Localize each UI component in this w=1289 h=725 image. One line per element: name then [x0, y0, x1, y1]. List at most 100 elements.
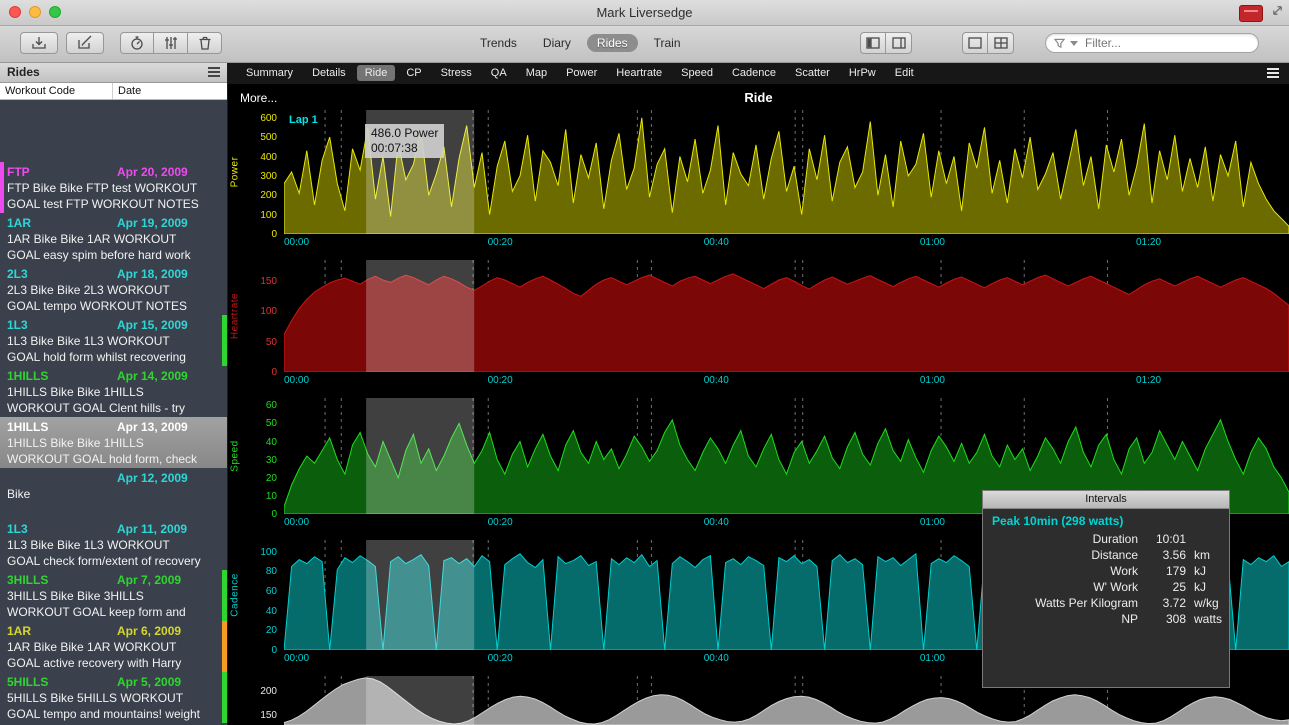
ride-list-item[interactable]: 2L3Apr 18, 20092L3 Bike Bike 2L3 WORKOUT… — [0, 264, 227, 315]
compose-pencil-icon — [76, 35, 94, 51]
ride-list-item[interactable]: 1L3Apr 11, 20091L3 Bike Bike 1L3 WORKOUT… — [0, 519, 227, 570]
tab-hrpw[interactable]: HrPw — [841, 65, 884, 81]
ride-description-line: 2L3 Bike Bike 2L3 WORKOUT — [7, 282, 223, 298]
tab-heartrate[interactable]: Heartrate — [608, 65, 670, 81]
compose-button[interactable] — [66, 32, 104, 54]
axis-tick-label: 150 — [260, 276, 277, 287]
download-tray-icon — [30, 35, 48, 51]
view-switcher: Trends Diary Rides Train — [470, 34, 691, 52]
axis-tick-label: 01:00 — [920, 237, 945, 248]
interval-stat-label: Work — [992, 563, 1138, 579]
ride-description-line: 1L3 Bike Bike 1L3 WORKOUT — [7, 333, 223, 349]
filter-field[interactable] — [1045, 33, 1259, 53]
view-tab-trends[interactable]: Trends — [470, 34, 527, 52]
view-tab-diary[interactable]: Diary — [533, 34, 581, 52]
ride-date: Apr 6, 2009 — [117, 623, 223, 639]
axis-tick-label: 00:00 — [284, 653, 309, 664]
ride-description-line: 1AR Bike Bike 1AR WORKOUT — [7, 231, 223, 247]
axis-tick-label: 200 — [260, 190, 277, 201]
axis-tick-label: 600 — [260, 113, 277, 124]
axis-tick-label: 00:00 — [284, 517, 309, 528]
tab-qa[interactable]: QA — [483, 65, 515, 81]
ride-list-item[interactable]: 1HILLSApr 14, 20091HILLS Bike Bike 1HILL… — [0, 366, 227, 417]
stopwatch-button[interactable] — [120, 32, 154, 54]
filter-dropdown-caret[interactable] — [1070, 41, 1078, 46]
ride-list-item[interactable]: 5HILLSApr 5, 20095HILLS Bike 5HILLS WORK… — [0, 672, 227, 723]
hover-tooltip: 486.0 Power 00:07:38 — [365, 124, 444, 158]
ride-list-item[interactable]: 1HILLSApr 13, 20091HILLS Bike Bike 1HILL… — [0, 417, 227, 468]
column-header-date[interactable]: Date — [113, 85, 227, 97]
power-plot[interactable]: Lap 1 486.0 Power 00:07:38 — [284, 110, 1289, 234]
intervals-popup-body: Peak 10min (298 watts) Duration10:01Dist… — [983, 509, 1229, 632]
tab-details[interactable]: Details — [304, 65, 354, 81]
view-tab-rides[interactable]: Rides — [587, 34, 638, 52]
toggle-left-sidebar-button[interactable] — [860, 32, 886, 54]
interval-heading: Peak 10min (298 watts) — [992, 514, 1220, 528]
ride-list-item[interactable]: 1L3Apr 15, 20091L3 Bike Bike 1L3 WORKOUT… — [0, 315, 227, 366]
trash-button[interactable] — [188, 32, 222, 54]
layout-toggle-group — [962, 32, 1014, 54]
tab-speed[interactable]: Speed — [673, 65, 721, 81]
intervals-popup-titlebar[interactable]: Intervals — [983, 491, 1229, 509]
ride-description-line: GOAL check form/extent of recovery — [7, 553, 223, 569]
ride-description-line: 5HILLS Bike 5HILLS WORKOUT — [7, 690, 223, 706]
tooltip-time-value: 00:07:38 — [371, 141, 438, 156]
single-pane-icon — [967, 36, 983, 50]
chart-menu-icon[interactable] — [1267, 68, 1279, 78]
column-header-workout-code[interactable]: Workout Code — [0, 83, 113, 99]
ride-description-line: GOAL test FTP WORKOUT NOTES — [7, 196, 223, 212]
filter-input[interactable] — [1083, 35, 1250, 51]
ride-workout-code — [7, 470, 117, 486]
heartrate-chart[interactable]: Heartrate 050100150 00:0000:2000:4001:00… — [228, 260, 1289, 388]
single-pane-button[interactable] — [962, 32, 988, 54]
sidebar-toggle-group — [860, 32, 912, 54]
red-indicator-icon[interactable] — [1239, 5, 1263, 22]
axis-tick-label: 60 — [266, 400, 277, 411]
axis-tick-label: 50 — [266, 337, 277, 348]
ride-workout-code: 1HILLS — [7, 368, 117, 384]
interval-stats-grid: Duration10:01Distance3.56kmWork179kJW' W… — [992, 531, 1220, 627]
ride-list-item[interactable]: 1ARApr 6, 20091AR Bike Bike 1AR WORKOUTG… — [0, 621, 227, 672]
fullscreen-expand-icon[interactable] — [1271, 4, 1284, 17]
tab-scatter[interactable]: Scatter — [787, 65, 838, 81]
import-button[interactable] — [20, 32, 58, 54]
view-tab-train[interactable]: Train — [644, 34, 691, 52]
axis-tick-label: 00:40 — [704, 375, 729, 386]
cadence-y-axis: 020406080100 — [242, 540, 284, 650]
heartrate-chart-canvas[interactable] — [284, 260, 1289, 372]
ride-list-item[interactable]: 1ARApr 19, 20091AR Bike Bike 1AR WORKOUT… — [0, 213, 227, 264]
chart-title-row: More... Ride — [228, 84, 1289, 110]
toolbar: Trends Diary Rides Train — [0, 26, 1289, 63]
power-chart[interactable]: Power 0100200300400500600 Lap 1 486.0 Po… — [228, 110, 1289, 250]
tab-map[interactable]: Map — [518, 65, 555, 81]
tab-ride[interactable]: Ride — [357, 65, 396, 81]
ride-list-item[interactable]: FTPApr 20, 2009FTP Bike Bike FTP test WO… — [0, 162, 227, 213]
tab-stress[interactable]: Stress — [433, 65, 480, 81]
interval-stat-label: W' Work — [992, 579, 1138, 595]
interval-stat-unit: kJ — [1194, 579, 1222, 595]
heartrate-plot[interactable] — [284, 260, 1289, 372]
tab-cadence[interactable]: Cadence — [724, 65, 784, 81]
ride-list-item[interactable]: 3HILLSApr 7, 20093HILLS Bike Bike 3HILLS… — [0, 570, 227, 621]
sidebar-menu-icon[interactable] — [208, 67, 220, 77]
ride-workout-code: 5HILLS — [7, 674, 117, 690]
axis-tick-label: 300 — [260, 171, 277, 182]
tab-power[interactable]: Power — [558, 65, 605, 81]
ride-description-line: WORKOUT GOAL Clent hills - try — [7, 400, 223, 416]
sliders-button[interactable] — [154, 32, 188, 54]
speed-axis-label: Speed — [228, 398, 242, 514]
tab-summary[interactable]: Summary — [238, 65, 301, 81]
tab-cp[interactable]: CP — [398, 65, 429, 81]
sliders-icon — [163, 35, 179, 51]
tiled-pane-button[interactable] — [988, 32, 1014, 54]
altitude-axis-label — [228, 676, 242, 725]
tab-edit[interactable]: Edit — [887, 65, 922, 81]
toggle-right-sidebar-button[interactable] — [886, 32, 912, 54]
ride-list-item[interactable]: Apr 12, 2009Bike — [0, 468, 227, 519]
altitude-y-axis: 150200 — [242, 676, 284, 725]
axis-tick-label: 30 — [266, 455, 277, 466]
ride-date: Apr 13, 2009 — [117, 419, 223, 435]
axis-tick-label: 50 — [266, 418, 277, 429]
axis-tick-label: 00:40 — [704, 517, 729, 528]
axis-tick-label: 100 — [260, 547, 277, 558]
